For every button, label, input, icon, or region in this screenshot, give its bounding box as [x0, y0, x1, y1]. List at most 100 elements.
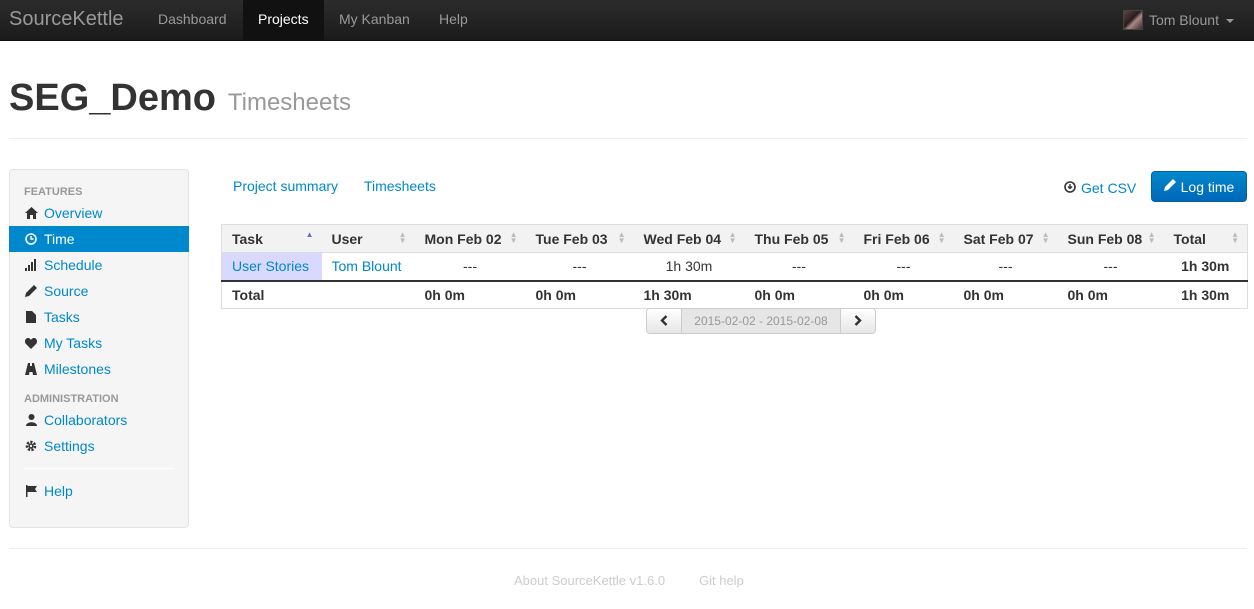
sort-icon: ▲ ▼	[617, 230, 626, 245]
clock-icon	[24, 232, 38, 246]
column-header-mon[interactable]: Mon Feb 02 ▲ ▼	[414, 224, 526, 253]
sidebar: FEATURES Overview Time Schedule Source T…	[9, 169, 189, 528]
sidebar-item-schedule[interactable]: Schedule	[10, 252, 188, 278]
sidebar-item-label: Help	[44, 483, 73, 499]
git-help-link[interactable]: Git help	[699, 573, 744, 588]
file-icon	[24, 310, 38, 324]
sort-icon: ▲ ▼	[509, 230, 518, 245]
total-day-cell: 0h 0m	[1067, 286, 1108, 303]
user-cell: Tom Blount	[321, 252, 415, 282]
sidebar-item-label: Collaborators	[44, 412, 128, 428]
previous-week-button[interactable]	[647, 309, 681, 333]
log-time-label: Log time	[1180, 178, 1235, 195]
column-header-task[interactable]: Task ▲	[221, 224, 322, 253]
timesheet-table: Task ▲ User ▲ ▼ Mon Feb 02 ▲ ▼ Tue Feb 03 ▲ ▼ W…	[221, 224, 1248, 309]
heart-icon	[24, 336, 38, 350]
flag-icon	[24, 484, 38, 498]
sidebar-item-time[interactable]: Time	[9, 226, 189, 252]
day-cell: ---	[525, 252, 634, 282]
nav-dashboard[interactable]: Dashboard	[143, 0, 242, 40]
task-cell: User Stories	[221, 252, 322, 282]
total-day-cell: 0h 0m	[863, 286, 904, 303]
pencil-icon	[24, 284, 38, 298]
column-header-wed[interactable]: Wed Feb 04 ▲ ▼	[633, 224, 745, 253]
total-row: Total 0h 0m 0h 0m 1h 30m 0h 0m 0h 0m 0h …	[222, 281, 1248, 309]
tab-timesheets[interactable]: Timesheets	[364, 178, 436, 194]
date-range: 2015-02-02 - 2015-02-08	[681, 309, 841, 333]
sidebar-item-my-tasks[interactable]: My Tasks	[10, 330, 188, 356]
road-icon	[24, 362, 38, 376]
sidebar-item-help[interactable]: Help	[10, 478, 188, 504]
sort-asc-icon: ▲	[305, 230, 314, 239]
page-subtitle: Timesheets	[227, 89, 352, 116]
column-header-fri[interactable]: Fri Feb 06 ▲ ▼	[853, 224, 954, 253]
sidebar-divider	[24, 468, 174, 469]
column-header-thu[interactable]: Thu Feb 05 ▲ ▼	[744, 224, 854, 253]
signal-icon	[24, 258, 38, 272]
sidebar-item-collaborators[interactable]: Collaborators	[10, 407, 188, 433]
sort-icon: ▲ ▼	[1041, 230, 1050, 245]
column-header-tue[interactable]: Tue Feb 03 ▲ ▼	[525, 224, 634, 253]
column-header-user[interactable]: User ▲ ▼	[321, 224, 415, 253]
week-pager: 2015-02-02 - 2015-02-08	[646, 308, 876, 334]
cog-icon	[24, 439, 38, 453]
administration-header: ADMINISTRATION	[24, 393, 119, 405]
sort-icon: ▲ ▼	[398, 230, 407, 245]
nav-projects[interactable]: Projects	[243, 0, 324, 40]
sidebar-item-source[interactable]: Source	[10, 278, 188, 304]
total-day-cell: 0h 0m	[754, 286, 795, 303]
sort-icon: ▲ ▼	[1231, 230, 1239, 245]
column-header-sun[interactable]: Sun Feb 08 ▲ ▼	[1057, 224, 1164, 253]
total-day-cell: 0h 0m	[535, 286, 576, 303]
total-day-cell: 0h 0m	[963, 286, 1004, 303]
sidebar-item-settings[interactable]: Settings	[10, 433, 188, 459]
features-header: FEATURES	[24, 186, 83, 198]
log-time-button[interactable]: Log time	[1151, 171, 1247, 202]
task-link[interactable]: User Stories	[232, 258, 309, 274]
brand-logo[interactable]: SourceKettle	[9, 8, 124, 31]
next-week-button[interactable]	[841, 309, 875, 333]
nav-help[interactable]: Help	[424, 0, 483, 40]
day-cell: ---	[953, 252, 1058, 282]
grand-total-cell: 1h 30m	[1181, 286, 1230, 303]
total-day-cell: 0h 0m	[424, 286, 465, 303]
sidebar-item-label: Settings	[44, 438, 95, 454]
get-csv-link[interactable]: Get CSV	[1064, 180, 1136, 196]
sort-icon: ▲ ▼	[937, 230, 946, 245]
sort-icon: ▲ ▼	[837, 230, 846, 245]
sidebar-item-milestones[interactable]: Milestones	[10, 356, 188, 382]
home-icon	[24, 206, 38, 220]
chevron-left-icon	[660, 313, 668, 329]
chevron-right-icon	[854, 313, 862, 329]
sort-icon: ▲ ▼	[1147, 230, 1156, 245]
user-menu[interactable]: Tom Blount	[1122, 0, 1234, 40]
day-cell: ---	[853, 252, 954, 282]
table-row: User Stories Tom Blount --- --- 1h 30m -…	[221, 252, 1248, 282]
total-day-cell: 1h 30m	[643, 286, 692, 303]
sidebar-item-overview[interactable]: Overview	[10, 200, 188, 226]
top-navbar: SourceKettle Dashboard Projects My Kanba…	[0, 0, 1254, 41]
download-icon	[1064, 180, 1076, 196]
sidebar-item-label: Time	[44, 231, 75, 247]
column-header-total[interactable]: Total ▲ ▼	[1163, 224, 1248, 253]
user-icon	[24, 413, 38, 427]
page-title: SEG_Demo	[9, 77, 216, 119]
day-cell: ---	[414, 252, 526, 282]
sidebar-item-tasks[interactable]: Tasks	[10, 304, 188, 330]
pencil-icon	[1163, 179, 1176, 194]
day-cell: 1h 30m	[633, 252, 745, 282]
day-cell: ---	[1057, 252, 1164, 282]
sidebar-item-label: Overview	[44, 205, 103, 221]
user-name: Tom Blount	[1148, 12, 1219, 28]
tab-project-summary[interactable]: Project summary	[233, 178, 338, 194]
about-link[interactable]: About SourceKettle v1.6.0	[514, 573, 665, 588]
column-header-sat[interactable]: Sat Feb 07 ▲ ▼	[953, 224, 1058, 253]
sort-icon: ▲ ▼	[728, 230, 737, 245]
caret-down-icon	[1226, 18, 1234, 23]
user-link[interactable]: Tom Blount	[332, 258, 402, 274]
get-csv-label: Get CSV	[1081, 180, 1137, 196]
row-total-cell: 1h 30m	[1163, 252, 1248, 282]
avatar	[1122, 10, 1143, 30]
nav-my-kanban[interactable]: My Kanban	[324, 0, 425, 40]
footer-divider	[9, 548, 1247, 549]
